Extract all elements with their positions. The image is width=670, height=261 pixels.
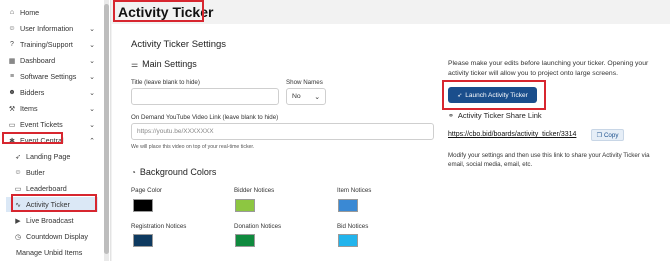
title-label: Title (leave blank to hide) [131, 79, 200, 86]
page-color-swatch[interactable] [133, 199, 153, 212]
sidebar-subitem-butler[interactable]: ☺ Butler [6, 165, 98, 180]
home-icon: ⌂ [9, 9, 15, 16]
event-central-icon: ✱ [9, 137, 15, 145]
item-notices-label: Item Notices [337, 187, 372, 194]
broadcast-icon: ▶ [15, 217, 21, 225]
ticket-icon: ▭ [8, 121, 16, 129]
bidder-notices-swatch[interactable] [235, 199, 255, 212]
page-title: Activity Ticker [118, 4, 214, 20]
donation-notices-label: Donation Notices [234, 223, 282, 230]
chevron-down-icon: ⌄ [89, 89, 95, 97]
link-icon: ⚭ [448, 112, 454, 120]
bid-notices-swatch[interactable] [338, 234, 358, 247]
dashboard-icon: ▦ [8, 57, 16, 65]
sliders-icon: ⚌ [131, 59, 139, 69]
background-colors-heading: ◔ Background Colors [131, 167, 217, 177]
gavel-icon: ⚒ [8, 105, 16, 113]
chevron-down-icon: ⌄ [89, 57, 95, 65]
sidebar-subitem-manage-unbid-items[interactable]: Manage Unbid Items [0, 245, 104, 260]
launch-info-text: Please make your edits before launching … [448, 60, 649, 77]
clock-icon: ◷ [14, 233, 22, 241]
settings-heading: Activity Ticker Settings [131, 39, 227, 50]
share-link[interactable]: https://cbo.bid/boards/activity_ticker/3… [448, 131, 576, 138]
video-link-input[interactable]: https://youtu.be/XXXXXXX [131, 123, 434, 140]
sidebar-item-dashboard[interactable]: ▦ Dashboard ⌄ [0, 53, 104, 68]
sidebar-subitem-activity-ticker[interactable]: ∿ Activity Ticker [6, 197, 98, 212]
chevron-down-icon: ⌄ [89, 121, 95, 129]
sidebar-item-bidders[interactable]: ☻ Bidders ⌄ [0, 85, 104, 100]
user-icon: ☺ [8, 25, 16, 32]
butler-icon: ☺ [14, 169, 22, 176]
bidders-icon: ☻ [8, 89, 16, 96]
sidebar-item-software-settings[interactable]: ≡ Software Settings ⌄ [0, 69, 104, 84]
registration-notices-label: Registration Notices [131, 223, 187, 230]
bid-notices-label: Bid Notices [337, 223, 369, 230]
video-link-label: On Demand YouTube Video Link (leave blan… [131, 114, 279, 121]
question-icon: ? [10, 41, 14, 48]
donation-notices-swatch[interactable] [235, 234, 255, 247]
title-input[interactable] [131, 88, 279, 105]
copy-icon: ❐ [596, 132, 602, 139]
rocket-icon: ➶ [15, 153, 21, 161]
launch-activity-ticker-button[interactable]: ➶ Launch Activity Ticker [448, 87, 537, 103]
sidebar-subitem-countdown-display[interactable]: ◷ Countdown Display [6, 229, 98, 244]
sidebar-item-event-tickets[interactable]: ▭ Event Tickets ⌄ [0, 117, 104, 132]
chevron-down-icon: ⌄ [89, 41, 95, 49]
main-settings-heading: ⚌ Main Settings [131, 59, 197, 69]
sidebar-scroll-thumb[interactable] [104, 4, 109, 254]
item-notices-swatch[interactable] [338, 199, 358, 212]
rocket-icon: ➶ [457, 92, 463, 99]
sidebar: ⌂ Home ☺ User Information ⌄ ? Training/S… [0, 0, 111, 261]
sidebar-item-training-support[interactable]: ? Training/Support ⌄ [0, 37, 104, 52]
sidebar-item-items[interactable]: ⚒ Items ⌄ [0, 101, 104, 116]
bidder-notices-label: Bidder Notices [234, 187, 275, 194]
chevron-down-icon: ⌄ [89, 25, 95, 33]
palette-icon: ◔ [131, 167, 136, 177]
activity-icon: ∿ [15, 201, 21, 209]
chevron-down-icon: ⌄ [89, 105, 95, 113]
share-link-heading: ⚭ Activity Ticker Share Link [448, 111, 542, 120]
copy-button[interactable]: ❐ Copy [591, 129, 624, 141]
sliders-icon: ≡ [9, 73, 15, 80]
show-names-label: Show Names [286, 79, 323, 86]
chevron-down-icon: ⌄ [314, 93, 320, 101]
sidebar-subitem-live-broadcast[interactable]: ▶ Live Broadcast [6, 213, 98, 228]
chevron-up-icon: ⌃ [89, 137, 95, 145]
sidebar-item-home[interactable]: ⌂ Home [0, 5, 104, 20]
app-window: ⌂ Home ☺ User Information ⌄ ? Training/S… [0, 0, 670, 261]
chevron-down-icon: ⌄ [89, 73, 95, 81]
sidebar-subitem-landing-page[interactable]: ➶ Landing Page [6, 149, 98, 164]
sidebar-item-user-information[interactable]: ☺ User Information ⌄ [0, 21, 104, 36]
leaderboard-icon: ▭ [14, 185, 22, 193]
share-info-text: Modify your settings and then use this l… [448, 152, 650, 168]
registration-notices-swatch[interactable] [133, 234, 153, 247]
sidebar-subitem-leaderboard[interactable]: ▭ Leaderboard [6, 181, 98, 196]
video-helper-text: We will place this video on top of your … [131, 144, 255, 150]
page-color-label: Page Color [131, 187, 162, 194]
show-names-select[interactable]: No ⌄ [286, 88, 326, 105]
sidebar-item-event-central[interactable]: ✱ Event Central ⌃ [0, 133, 104, 148]
